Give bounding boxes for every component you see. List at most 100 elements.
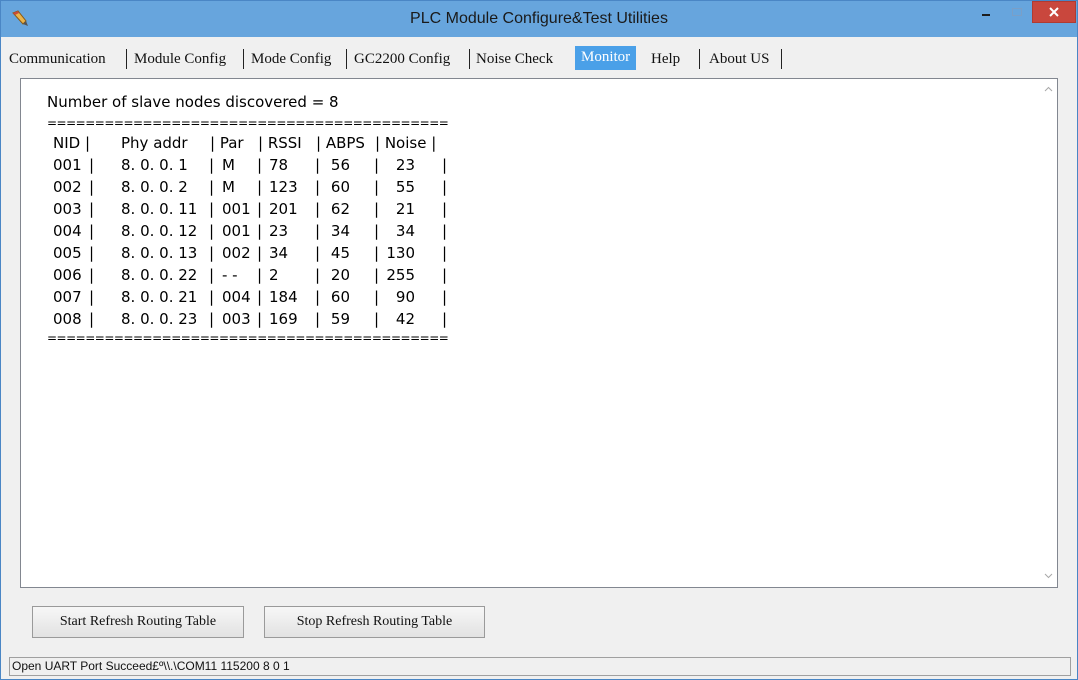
- column-divider: |: [374, 310, 380, 328]
- nodes-discovered-summary: Number of slave nodes discovered = 8: [47, 93, 339, 111]
- column-divider: |: [209, 222, 215, 240]
- cell-abps: 34: [330, 222, 350, 240]
- tab-mode-config[interactable]: Mode Config: [251, 46, 331, 72]
- column-divider: |: [374, 288, 380, 306]
- tab-divider: [781, 49, 782, 69]
- table-row: 007 8. 0. 0. 21 004 184 60 90 | | | | | |: [47, 286, 448, 308]
- column-divider: |: [209, 178, 215, 196]
- cell-phy-addr: 8. 0. 0. 11: [121, 200, 198, 218]
- table-row: 008 8. 0. 0. 23 003 169 59 42 | | | | | |: [47, 308, 448, 330]
- table-row: 001 8. 0. 0. 1 M 78 56 23 | | | | | |: [47, 154, 448, 176]
- column-divider: |: [89, 178, 95, 196]
- minimize-button[interactable]: [971, 1, 1001, 23]
- table-rows: 001 8. 0. 0. 1 M 78 56 23 | | | | | | 002 8. 0. 0. 2 M…: [47, 154, 448, 330]
- column-divider: |: [442, 222, 448, 240]
- cell-par: - -: [222, 266, 238, 284]
- cell-noise: 23: [395, 156, 415, 174]
- column-divider: |: [315, 310, 321, 328]
- tab-divider: [699, 49, 700, 69]
- cell-abps: 20: [330, 266, 350, 284]
- cell-nid: 005: [53, 244, 82, 262]
- column-divider: |: [442, 266, 448, 284]
- tab-divider: [469, 49, 470, 69]
- cell-noise: 255: [386, 266, 415, 284]
- column-divider: |: [209, 200, 215, 218]
- stop-refresh-button[interactable]: Stop Refresh Routing Table: [264, 606, 485, 638]
- column-divider: |: [209, 266, 215, 284]
- cell-abps: 45: [330, 244, 350, 262]
- close-button[interactable]: [1032, 1, 1076, 23]
- column-divider: |: [89, 200, 95, 218]
- column-divider: |: [89, 310, 95, 328]
- cell-nid: 002: [53, 178, 82, 196]
- column-divider: |: [209, 156, 215, 174]
- status-bar: Open UART Port Succeed£º\\.\COM11 115200…: [9, 657, 1071, 676]
- tab-help[interactable]: Help: [651, 46, 680, 72]
- column-divider: |: [89, 222, 95, 240]
- tab-monitor[interactable]: Monitor: [575, 46, 637, 70]
- column-divider: |: [315, 200, 321, 218]
- cell-phy-addr: 8. 0. 0. 13: [121, 244, 198, 262]
- column-divider: |: [89, 156, 95, 174]
- column-divider: |: [257, 288, 263, 306]
- cell-par: 004: [222, 288, 251, 306]
- app-window: PLC Module Configure&Test Utilities Comm…: [0, 0, 1078, 680]
- table-separator-top: ========================================…: [47, 116, 449, 130]
- cell-phy-addr: 8. 0. 0. 2: [121, 178, 188, 196]
- column-divider: |: [315, 266, 321, 284]
- vertical-scrollbar[interactable]: [1040, 79, 1057, 587]
- column-divider: |: [374, 200, 380, 218]
- cell-noise: 42: [395, 310, 415, 328]
- start-refresh-button[interactable]: Start Refresh Routing Table: [32, 606, 244, 638]
- tab-divider: [243, 49, 244, 69]
- tab-divider: [126, 49, 127, 69]
- cell-abps: 62: [330, 200, 350, 218]
- table-row: 002 8. 0. 0. 2 M 123 60 55 | | | | | |: [47, 176, 448, 198]
- cell-noise: 55: [395, 178, 415, 196]
- column-divider: |: [315, 156, 321, 174]
- column-divider: |: [209, 244, 215, 262]
- column-divider: |: [442, 288, 448, 306]
- cell-noise: 21: [395, 200, 415, 218]
- column-header-abps: | ABPS: [316, 134, 365, 152]
- cell-par: M: [222, 156, 235, 174]
- cell-phy-addr: 8. 0. 0. 21: [121, 288, 198, 306]
- table-header-row: NID | Phy addr | Par | RSSI | ABPS | Noi…: [47, 132, 448, 154]
- cell-nid: 004: [53, 222, 82, 240]
- column-divider: |: [257, 222, 263, 240]
- tab-module-config[interactable]: Module Config: [134, 46, 226, 72]
- table-row: 005 8. 0. 0. 13 002 34 45 130 | | | | | |: [47, 242, 448, 264]
- tab-gc2200-config[interactable]: GC2200 Config: [354, 46, 450, 72]
- tab-about-us[interactable]: About US: [709, 46, 769, 72]
- minimize-icon: [982, 14, 990, 16]
- column-divider: |: [374, 244, 380, 262]
- chevron-down-icon[interactable]: [1044, 571, 1053, 580]
- title-bar[interactable]: PLC Module Configure&Test Utilities: [1, 1, 1077, 37]
- column-divider: |: [89, 288, 95, 306]
- cell-rssi: 34: [269, 244, 289, 262]
- column-header-phy-addr: Phy addr: [121, 134, 188, 152]
- maximize-icon: [1012, 8, 1022, 16]
- cell-phy-addr: 8. 0. 0. 22: [121, 266, 198, 284]
- cell-abps: 60: [330, 178, 350, 196]
- monitor-output-panel[interactable]: Number of slave nodes discovered = 8 ===…: [20, 78, 1058, 588]
- column-divider: |: [315, 178, 321, 196]
- column-divider: |: [442, 200, 448, 218]
- chevron-up-icon[interactable]: [1044, 85, 1053, 94]
- column-divider: |: [257, 178, 263, 196]
- tab-communication[interactable]: Communication: [9, 46, 106, 72]
- cell-par: 002: [222, 244, 251, 262]
- column-divider: |: [315, 222, 321, 240]
- cell-nid: 006: [53, 266, 82, 284]
- cell-phy-addr: 8. 0. 0. 12: [121, 222, 198, 240]
- column-divider: |: [442, 156, 448, 174]
- column-divider: |: [442, 244, 448, 262]
- column-divider: |: [374, 266, 380, 284]
- maximize-button[interactable]: [1002, 1, 1032, 23]
- cell-abps: 59: [330, 310, 350, 328]
- column-divider: |: [257, 310, 263, 328]
- cell-par: M: [222, 178, 235, 196]
- table-row: 004 8. 0. 0. 12 001 23 34 34 | | | | | |: [47, 220, 448, 242]
- column-divider: |: [315, 244, 321, 262]
- tab-noise-check[interactable]: Noise Check: [476, 46, 553, 72]
